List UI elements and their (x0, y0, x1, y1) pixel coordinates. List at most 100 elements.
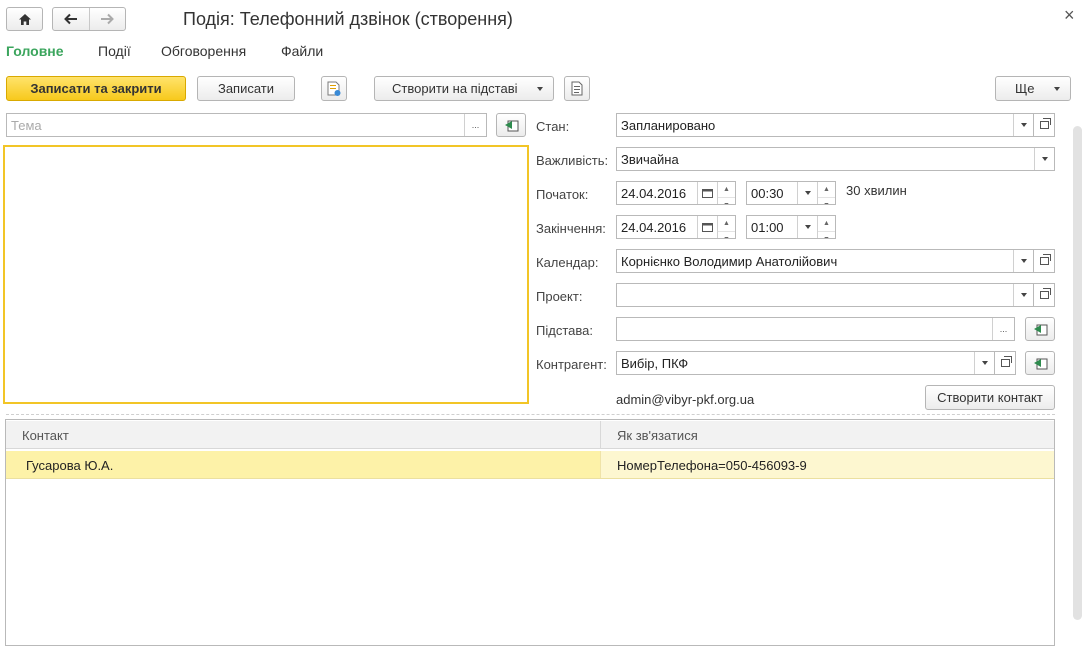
cell-contact: Гусарова Ю.А. (26, 458, 114, 473)
project-select[interactable] (616, 283, 1034, 307)
create-based-on-button[interactable]: Створити на підставі (374, 76, 554, 101)
importance-select[interactable]: Звичайна (616, 147, 1055, 171)
home-button[interactable] (6, 7, 43, 31)
tab-files[interactable]: Файли (281, 43, 323, 59)
project-dropdown-button[interactable] (1013, 284, 1033, 306)
calendar-value: Корнієнко Володимир Анатолійович (621, 254, 838, 269)
tab-main[interactable]: Головне (6, 43, 64, 59)
chevron-down-icon (804, 191, 811, 195)
form-scrollbar[interactable] (1073, 126, 1082, 620)
state-open-button[interactable] (1033, 113, 1055, 137)
close-icon[interactable]: × (1064, 5, 1075, 26)
more-button[interactable]: Ще (995, 76, 1071, 101)
subject-select-button[interactable]: ... (464, 114, 486, 136)
start-date-input[interactable]: 24.04.2016 ▲▼ (616, 181, 736, 205)
counterparty-value: Вибір, ПКФ (621, 356, 689, 371)
state-select[interactable]: Запланировано (616, 113, 1034, 137)
basis-select-button[interactable]: ... (992, 318, 1014, 340)
open-icon (1039, 118, 1051, 129)
save-button[interactable]: Записати (197, 76, 295, 101)
calendar-dropdown-button[interactable] (1013, 250, 1033, 272)
more-label: Ще (1015, 81, 1035, 96)
history-arrow-icon (505, 120, 519, 132)
document-attach-icon (327, 81, 341, 96)
basis-label: Підстава: (536, 323, 593, 338)
arrow-left-icon (63, 13, 77, 25)
counterparty-open-button[interactable] (994, 351, 1016, 375)
start-time-dropdown-button[interactable] (797, 182, 817, 204)
chevron-down-icon (1054, 87, 1060, 91)
tab-discussion[interactable]: Обговорення (161, 43, 246, 59)
counterparty-dropdown-button[interactable] (974, 352, 994, 374)
end-time-spinner[interactable]: ▲▼ (817, 216, 835, 238)
state-value: Запланировано (621, 118, 716, 133)
end-date-input[interactable]: 24.04.2016 ▲▼ (616, 215, 736, 239)
save-and-close-button[interactable]: Записати та закрити (6, 76, 186, 101)
attach-document-button[interactable] (321, 76, 347, 101)
calendar-open-button[interactable] (1033, 249, 1055, 273)
counterparty-history-button[interactable] (1025, 351, 1055, 375)
spin-up-icon[interactable]: ▲ (818, 182, 835, 197)
open-icon (1039, 288, 1051, 299)
importance-dropdown-button[interactable] (1034, 148, 1054, 170)
state-dropdown-button[interactable] (1013, 114, 1033, 136)
end-time-dropdown-button[interactable] (797, 216, 817, 238)
nav-group (52, 7, 126, 31)
end-time-input[interactable]: 01:00 ▲▼ (746, 215, 836, 239)
subject-placeholder: Тема (11, 118, 42, 133)
calendar-icon (702, 223, 713, 232)
history-arrow-icon (1034, 324, 1048, 336)
forward-button[interactable] (90, 8, 126, 30)
chevron-down-icon (804, 225, 811, 229)
tab-events[interactable]: Події (98, 43, 131, 59)
start-time-input[interactable]: 00:30 ▲▼ (746, 181, 836, 205)
end-time-value: 01:00 (751, 220, 784, 235)
window-title: Подія: Телефонний дзвінок (створення) (183, 9, 513, 29)
chevron-down-icon (537, 87, 543, 91)
end-date-calendar-button[interactable] (697, 216, 717, 238)
counterparty-label: Контрагент: (536, 357, 607, 372)
spin-down-icon[interactable]: ▼ (718, 197, 735, 204)
start-date-spinner[interactable]: ▲▼ (717, 182, 735, 204)
calendar-label: Календар: (536, 255, 599, 270)
start-date-value: 24.04.2016 (621, 186, 687, 201)
counterparty-select[interactable]: Вибір, ПКФ (616, 351, 995, 375)
state-label: Стан: (536, 119, 570, 134)
start-label: Початок: (536, 187, 589, 202)
history-arrow-icon (1034, 358, 1048, 370)
create-contact-button[interactable]: Створити контакт (925, 385, 1055, 410)
project-label: Проект: (536, 289, 583, 304)
section-divider (6, 414, 1055, 415)
chevron-down-icon (981, 361, 988, 365)
table-row[interactable]: Гусарова Ю.А. НомерТелефона=050-456093-9 (6, 451, 1054, 479)
open-icon (1000, 356, 1012, 367)
spin-down-icon[interactable]: ▼ (818, 197, 835, 204)
home-icon (18, 13, 31, 25)
back-button[interactable] (53, 8, 90, 30)
spin-up-icon[interactable]: ▲ (718, 182, 735, 197)
end-date-spinner[interactable]: ▲▼ (717, 216, 735, 238)
column-header-how[interactable]: Як зв'язатися (617, 428, 698, 443)
contact-email: admin@vibyr-pkf.org.ua (616, 392, 755, 407)
print-button[interactable] (564, 76, 590, 101)
start-time-value: 00:30 (751, 186, 784, 201)
arrow-right-icon (101, 13, 115, 25)
calendar-select[interactable]: Корнієнко Володимир Анатолійович (616, 249, 1034, 273)
importance-value: Звичайна (621, 152, 679, 167)
chevron-down-icon (1020, 259, 1027, 263)
start-time-spinner[interactable]: ▲▼ (817, 182, 835, 204)
spin-down-icon[interactable]: ▼ (718, 231, 735, 238)
calendar-icon (702, 189, 713, 198)
spin-up-icon[interactable]: ▲ (818, 216, 835, 231)
subject-history-button[interactable] (496, 113, 526, 137)
project-open-button[interactable] (1033, 283, 1055, 307)
duration-text: 30 хвилин (846, 183, 907, 198)
spin-up-icon[interactable]: ▲ (718, 216, 735, 231)
basis-input[interactable]: ... (616, 317, 1015, 341)
column-header-contact[interactable]: Контакт (22, 428, 69, 443)
start-date-calendar-button[interactable] (697, 182, 717, 204)
spin-down-icon[interactable]: ▼ (818, 231, 835, 238)
basis-history-button[interactable] (1025, 317, 1055, 341)
subject-input[interactable]: Тема ... (6, 113, 487, 137)
description-textarea[interactable] (3, 145, 529, 404)
